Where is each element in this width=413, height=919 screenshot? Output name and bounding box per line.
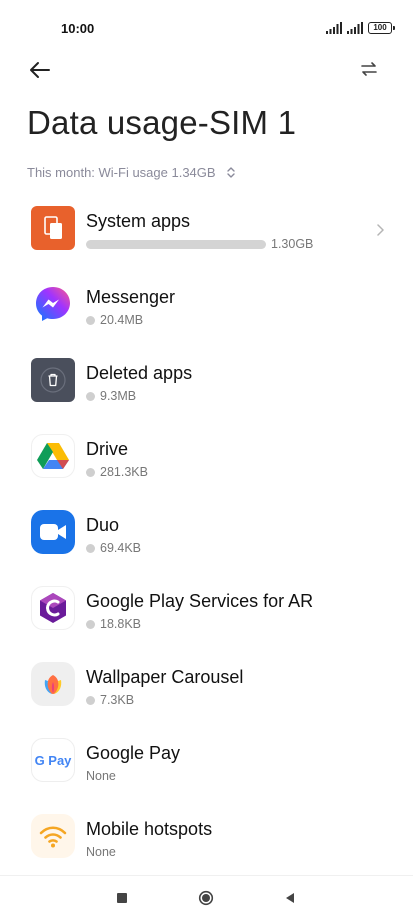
usage-bar [86,239,266,249]
arrow-left-icon[interactable] [26,56,54,84]
page-title: Data usage-SIM 1 [27,104,297,141]
list-item-drive[interactable]: Drive 281.3KB [0,424,413,500]
usage-row: 9.3MB [86,389,136,403]
top-app-bar [0,52,413,88]
usage-row: 7.3KB [86,693,134,707]
usage-dot [86,391,95,401]
messenger-icon [31,282,75,326]
status-icons: 100 [326,22,395,34]
usage-value: 9.3MB [100,389,137,403]
wallpaper-carousel-icon [31,662,75,706]
battery-icon: 100 [368,22,395,34]
usage-row: None [86,845,116,859]
list-item-deleted-apps[interactable]: Deleted apps 9.3MB [0,348,413,424]
usage-row: 69.4KB [86,541,141,555]
trash-icon [31,358,75,402]
list-item-messenger[interactable]: Messenger 20.4MB [0,272,413,348]
swap-arrows-icon[interactable] [359,59,379,79]
duo-icon [31,510,75,554]
usage-value: None [86,845,116,859]
app-name: Google Play Services for AR [86,591,314,611]
hotspot-icon [31,814,75,858]
up-down-chevron-icon [226,167,235,178]
usage-row: None [86,769,116,783]
usage-row: 281.3KB [86,465,148,479]
arcore-icon [31,586,75,630]
app-name: Drive [86,439,129,459]
usage-dot [86,695,95,705]
triangle-back-icon[interactable] [282,890,298,906]
list-item-mobile-hotspots[interactable]: Mobile hotspots None [0,804,413,880]
status-time: 10:00 [61,21,95,36]
usage-row: 1.30GB [86,237,313,251]
usage-value: 18.8KB [100,617,142,631]
month-usage-label: This month: Wi-Fi usage 1.34GB [27,165,216,180]
usage-dot [86,543,95,553]
usage-value: 7.3KB [100,693,135,707]
system-apps-icon [31,206,75,250]
usage-dot [86,619,95,629]
usage-value: 20.4MB [100,313,144,327]
usage-row: 20.4MB [86,313,143,327]
status-bar: 10:00 100 [0,0,413,56]
usage-dot [86,467,95,477]
list-item-wallpaper-carousel[interactable]: Wallpaper Carousel 7.3KB [0,652,413,728]
signal-icon [326,22,342,34]
usage-value: 281.3KB [100,465,148,479]
usage-value: 1.30GB [271,237,314,251]
signal-icon [347,22,363,34]
usage-value: None [86,769,116,783]
chevron-right-icon [377,224,384,236]
google-pay-icon: G Pay [31,738,75,782]
usage-value: 69.4KB [100,541,142,555]
app-name: Duo [86,515,120,535]
app-name: Deleted apps [86,363,193,383]
list-item-arcore[interactable]: Google Play Services for AR 18.8KB [0,576,413,652]
list-item-duo[interactable]: Duo 69.4KB [0,500,413,576]
usage-dot [86,315,95,325]
app-name: Wallpaper Carousel [86,667,244,687]
google-pay-logo-text: G Pay [34,752,72,768]
list-item-system-apps[interactable]: System apps 1.30GB [0,196,413,272]
app-name: Google Pay [86,743,181,763]
list-item-google-pay[interactable]: G Pay Google Pay None [0,728,413,804]
usage-row: 18.8KB [86,617,141,631]
app-name: System apps [86,211,191,231]
app-name: Messenger [86,287,176,307]
month-usage-selector[interactable]: This month: Wi-Fi usage 1.34GB [27,165,236,180]
app-name: Mobile hotspots [86,819,213,839]
drive-icon [31,434,75,478]
system-nav-bar [0,875,413,919]
circle-icon[interactable] [198,890,214,906]
square-icon[interactable] [114,890,130,906]
